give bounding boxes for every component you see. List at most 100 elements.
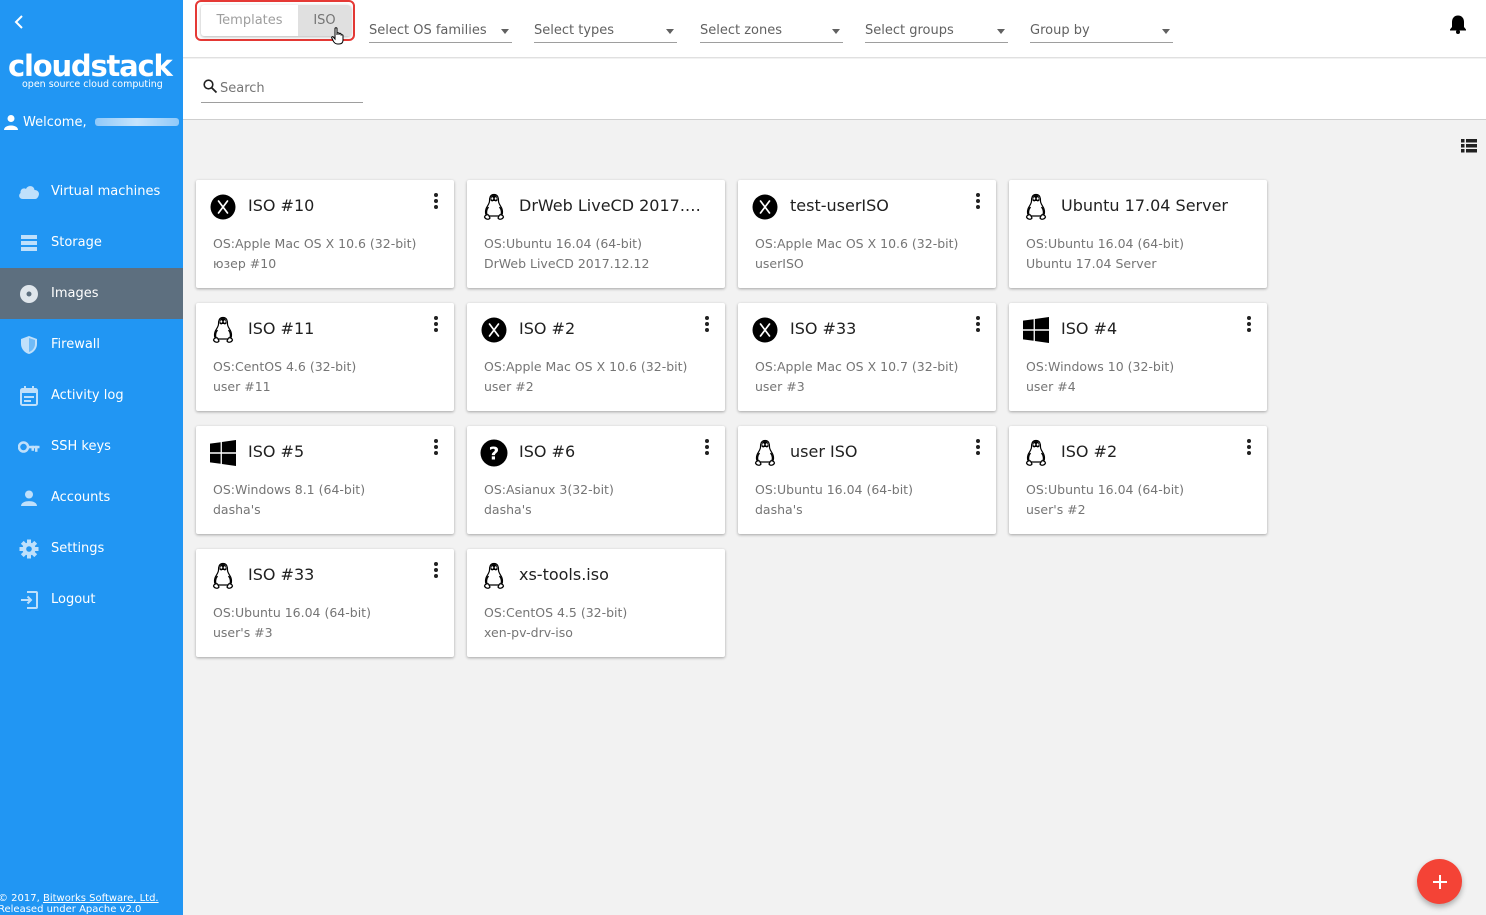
more-vert-icon[interactable] [701, 315, 713, 333]
card-description: DrWeb LiveCD 2017.12.12 [484, 256, 650, 271]
sidebar-item-accounts[interactable]: Accounts [0, 472, 183, 523]
card-os-type: OS:CentOS 4.5 (32-bit) [484, 605, 628, 620]
more-vert-icon[interactable] [972, 315, 984, 333]
welcome-label: Welcome, [23, 114, 87, 130]
card-description: dasha's [484, 502, 532, 517]
iso-card[interactable]: ISO #33 OS:Ubuntu 16.04 (64-bit) user's #3 [196, 549, 454, 657]
card-title: ISO #33 [248, 565, 315, 584]
iso-card[interactable]: ISO #4 OS:Windows 10 (32-bit) user #4 [1009, 303, 1267, 411]
card-title: user ISO [790, 442, 858, 461]
card-os-type: OS:Asianux 3(32-bit) [484, 482, 614, 497]
group-by-select[interactable]: Group by [1030, 21, 1173, 43]
iso-card[interactable]: test-userISO OS:Apple Mac OS X 10.6 (32-b… [738, 180, 996, 288]
card-os-type: OS:Ubuntu 16.04 (64-bit) [1026, 236, 1184, 251]
card-title: ISO #2 [1061, 442, 1118, 461]
card-description: userISO [755, 256, 804, 271]
bell-icon[interactable] [1449, 14, 1467, 34]
dropdown-arrow-icon [832, 29, 840, 34]
tab-templates[interactable]: Templates [201, 5, 298, 36]
apple-x-icon [209, 193, 237, 221]
footer-company-link[interactable]: Bitworks Software, Ltd. [43, 893, 159, 904]
types-select[interactable]: Select types [534, 21, 677, 43]
sidebar-item-logout[interactable]: Logout [0, 574, 183, 625]
hand-cursor-icon [331, 27, 344, 45]
sidebar-item-label: Virtual machines [51, 184, 161, 199]
search-bar [183, 59, 1486, 120]
os-families-select[interactable]: Select OS families [369, 21, 512, 43]
svg-text:?: ? [489, 444, 499, 465]
iso-card[interactable]: ISO #11 OS:CentOS 4.6 (32-bit) user #11 [196, 303, 454, 411]
card-title: ISO #4 [1061, 319, 1118, 338]
card-title: ISO #33 [790, 319, 857, 338]
card-description: user #2 [484, 379, 534, 394]
top-toolbar: Templates ISO Select OS families Select … [183, 0, 1486, 58]
card-os-type: OS:Ubuntu 16.04 (64-bit) [1026, 482, 1184, 497]
card-os-type: OS:Windows 10 (32-bit) [1026, 359, 1175, 374]
dropdown-arrow-icon [1162, 29, 1170, 34]
card-description: user's #3 [213, 625, 273, 640]
card-title: Ubuntu 17.04 Server [1061, 196, 1229, 215]
sidebar-nav: Virtual machines Storage Images Firewall… [0, 166, 183, 625]
more-vert-icon[interactable] [1243, 315, 1255, 333]
windows-icon [1022, 316, 1050, 344]
iso-card[interactable]: ISO #2 OS:Apple Mac OS X 10.6 (32-bit) use… [467, 303, 725, 411]
more-vert-icon[interactable] [430, 561, 442, 579]
sidebar-item-label: Logout [51, 592, 96, 607]
card-description: xen-pv-drv-iso [484, 625, 573, 640]
add-iso-button[interactable] [1417, 859, 1462, 904]
sidebar-item-settings[interactable]: Settings [0, 523, 183, 574]
card-title: xs-tools.iso [519, 565, 609, 584]
iso-card[interactable]: ISO #10 OS:Apple Mac OS X 10.6 (32-bit) юз… [196, 180, 454, 288]
sidebar-footer: © 2017, Bitworks Software, Ltd. Released… [0, 893, 159, 915]
disc-icon [18, 283, 40, 305]
iso-card[interactable]: ISO #33 OS:Apple Mac OS X 10.7 (32-bit) us… [738, 303, 996, 411]
more-vert-icon[interactable] [972, 192, 984, 210]
search-field [201, 77, 363, 103]
sidebar-item-images[interactable]: Images [0, 268, 183, 319]
sidebar: cloudstack open source cloud computing W… [0, 0, 183, 915]
sidebar-item-firewall[interactable]: Firewall [0, 319, 183, 370]
more-vert-icon[interactable] [430, 192, 442, 210]
search-icon [203, 79, 218, 94]
iso-card[interactable]: Ubuntu 17.04 Server OS:Ubuntu 16.04 (64-b… [1009, 180, 1267, 288]
more-vert-icon[interactable] [701, 438, 713, 456]
more-vert-icon[interactable] [430, 438, 442, 456]
sidebar-item-ssh-keys[interactable]: SSH keys [0, 421, 183, 472]
sidebar-item-label: Activity log [51, 388, 124, 403]
card-title: DrWeb LiveCD 2017.1... [519, 196, 707, 215]
iso-card[interactable]: ISO #5 OS:Windows 8.1 (64-bit) dasha's [196, 426, 454, 534]
zones-select[interactable]: Select zones [700, 21, 843, 43]
card-title: ISO #5 [248, 442, 305, 461]
back-chevron-icon[interactable] [10, 12, 30, 32]
dropdown-arrow-icon [501, 29, 509, 34]
list-view-icon[interactable] [1461, 139, 1477, 153]
more-vert-icon[interactable] [430, 315, 442, 333]
person-icon [18, 487, 40, 509]
logo-text: cloudstack [8, 49, 173, 83]
sidebar-item-label: SSH keys [51, 439, 111, 454]
iso-card[interactable]: ISO #2 OS:Ubuntu 16.04 (64-bit) user's #2 [1009, 426, 1267, 534]
linux-penguin-icon [480, 193, 508, 221]
calendar-icon [18, 385, 40, 407]
iso-card[interactable]: user ISO OS:Ubuntu 16.04 (64-bit) dasha's [738, 426, 996, 534]
groups-select[interactable]: Select groups [865, 21, 1008, 43]
search-input[interactable] [220, 81, 360, 96]
select-label: Select groups [865, 23, 954, 38]
card-description: user #4 [1026, 379, 1076, 394]
more-vert-icon[interactable] [1243, 438, 1255, 456]
shield-icon [18, 334, 40, 356]
card-os-type: OS:Ubuntu 16.04 (64-bit) [755, 482, 913, 497]
cloudstack-logo: cloudstack open source cloud computing [8, 49, 178, 90]
user-icon [4, 115, 18, 130]
iso-card[interactable]: DrWeb LiveCD 2017.1... OS:Ubuntu 16.04 (6… [467, 180, 725, 288]
more-vert-icon[interactable] [972, 438, 984, 456]
iso-card[interactable]: xs-tools.iso OS:CentOS 4.5 (32-bit) xen-pv… [467, 549, 725, 657]
sidebar-item-virtual-machines[interactable]: Virtual machines [0, 166, 183, 217]
storage-icon [18, 232, 40, 254]
cloud-icon [18, 181, 40, 203]
gear-icon [18, 538, 40, 560]
select-label: Select types [534, 23, 615, 38]
sidebar-item-storage[interactable]: Storage [0, 217, 183, 268]
iso-card[interactable]: ? ISO #6 OS:Asianux 3(32-bit) dasha's [467, 426, 725, 534]
sidebar-item-activity-log[interactable]: Activity log [0, 370, 183, 421]
